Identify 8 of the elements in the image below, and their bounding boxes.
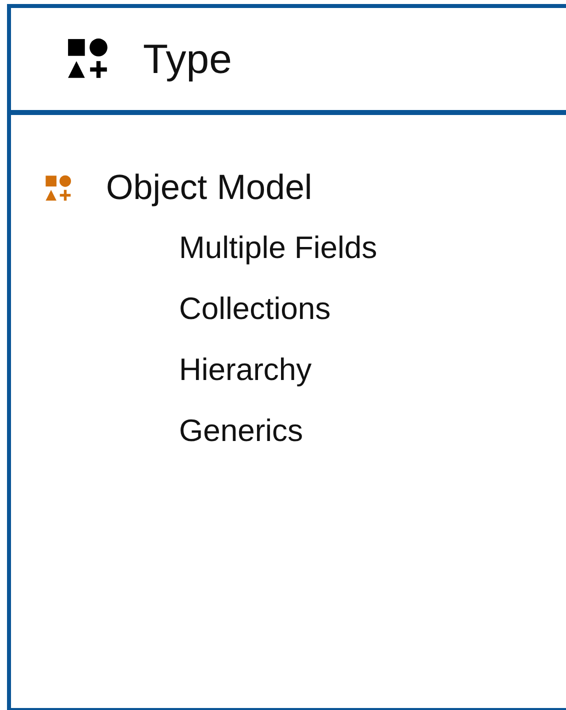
tree-item[interactable]: Multiple Fields: [179, 217, 566, 278]
header-title: Type: [143, 36, 232, 82]
tree-item[interactable]: Hierarchy: [179, 339, 566, 400]
tree-item[interactable]: Object Model: [106, 168, 312, 208]
tree-item[interactable]: Generics: [179, 400, 566, 461]
shapes-icon: [67, 38, 109, 80]
shapes-icon: [45, 174, 72, 202]
tree-item[interactable]: Collections: [179, 278, 566, 339]
